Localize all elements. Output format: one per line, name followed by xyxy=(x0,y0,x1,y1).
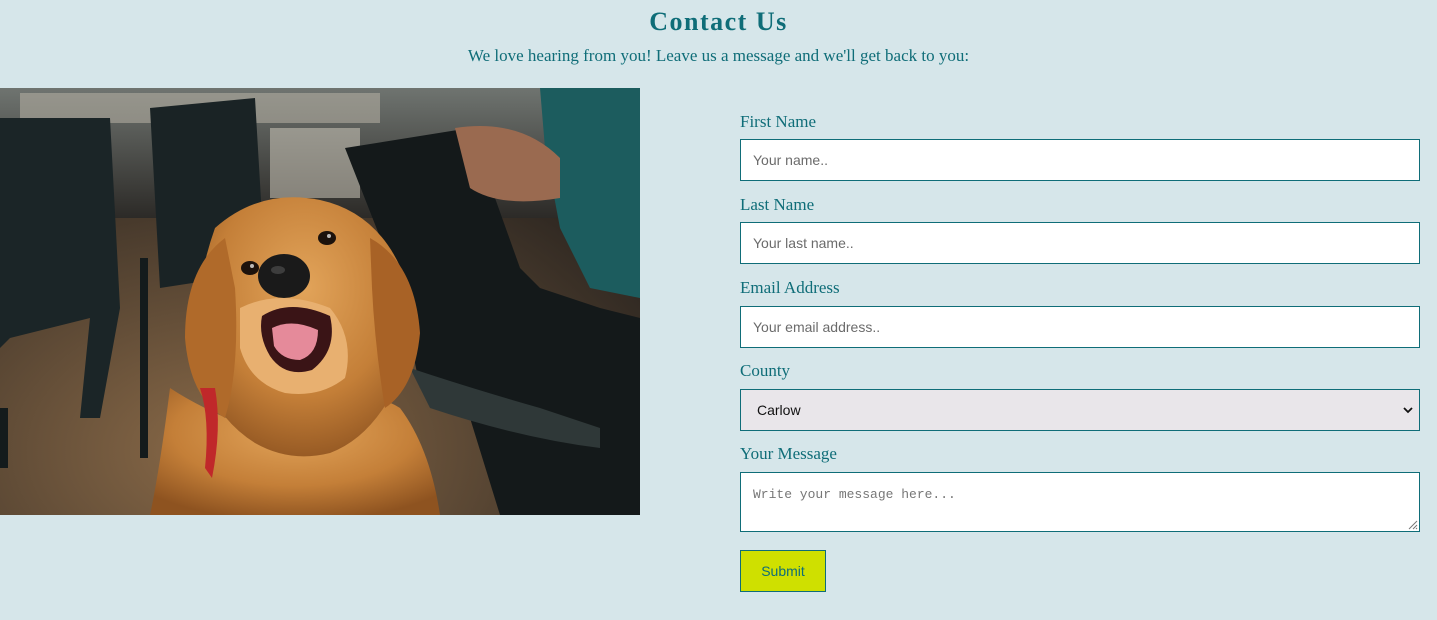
submit-button[interactable]: Submit xyxy=(740,550,826,592)
resize-grip-icon[interactable] xyxy=(1406,518,1418,530)
county-label: County xyxy=(740,361,791,380)
email-placeholder: Your email address.. xyxy=(753,319,881,335)
last-name-input[interactable]: Your last name.. xyxy=(740,222,1420,264)
email-label: Email Address xyxy=(740,278,840,297)
dog-photo xyxy=(0,88,640,515)
email-input[interactable]: Your email address.. xyxy=(740,306,1420,348)
last-name-label: Last Name xyxy=(740,195,815,214)
message-textarea[interactable]: Write your message here... xyxy=(740,472,1420,532)
first-name-label: First Name xyxy=(740,112,817,131)
page-title: Contact Us xyxy=(649,7,788,36)
page-subtitle: We love hearing from you! Leave us a mes… xyxy=(467,46,970,65)
first-name-placeholder: Your name.. xyxy=(753,152,828,168)
county-select[interactable]: Carlow xyxy=(740,389,1420,431)
dog-image xyxy=(0,88,640,515)
chevron-down-icon xyxy=(1403,407,1413,414)
last-name-placeholder: Your last name.. xyxy=(753,235,854,251)
first-name-input[interactable]: Your name.. xyxy=(740,139,1420,181)
message-placeholder: Write your message here... xyxy=(753,487,956,502)
message-label: Your Message xyxy=(740,444,837,463)
county-selected-value: Carlow xyxy=(757,402,801,418)
